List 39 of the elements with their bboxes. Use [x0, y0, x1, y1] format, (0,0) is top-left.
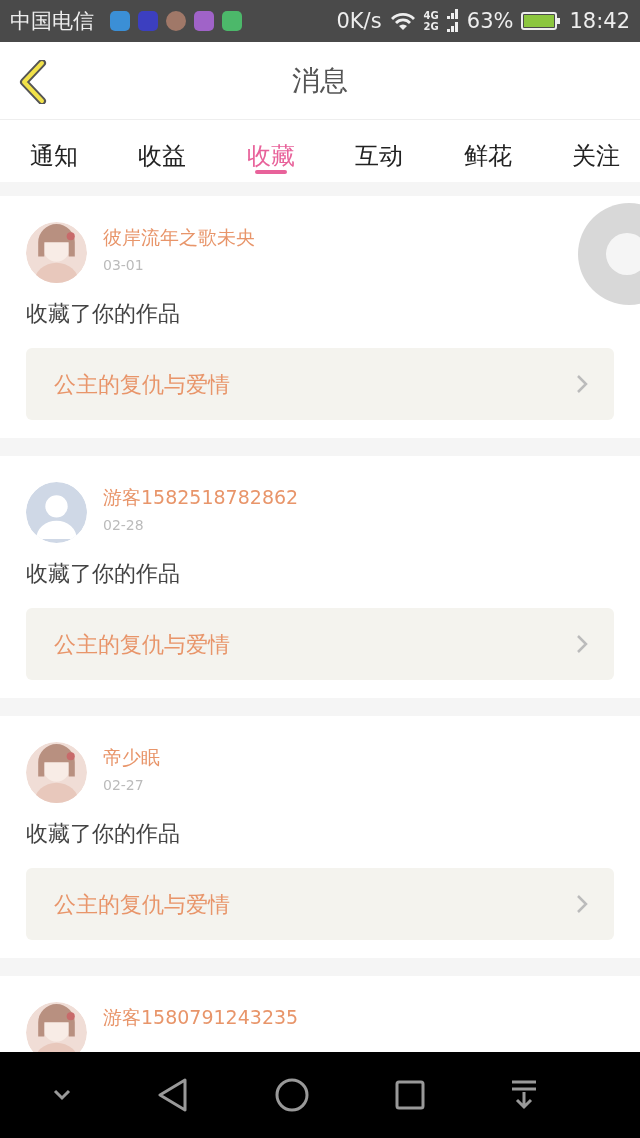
notification-pull-icon[interactable] — [511, 1080, 537, 1110]
tab[interactable]: 收藏 — [240, 120, 301, 182]
chevron-right-icon — [576, 374, 588, 394]
battery-icon — [521, 11, 562, 31]
page-title: 消息 — [292, 62, 348, 99]
work-link[interactable]: 公主的复仇与爱情 — [26, 348, 614, 420]
clock-time: 18:42 — [569, 10, 630, 32]
message-date: 03-01 — [103, 255, 145, 275]
chevron-right-icon — [576, 894, 588, 914]
back-icon[interactable] — [157, 1078, 189, 1112]
message-date: 02-27 — [103, 775, 145, 795]
battery-percent: 63% — [466, 10, 514, 32]
user-name[interactable]: 游客1580791243235 — [103, 1006, 299, 1029]
message-text: 收藏了你的作品 — [26, 300, 181, 328]
wifi-icon — [389, 11, 416, 31]
signal-icon — [446, 9, 459, 33]
message-text: 收藏了你的作品 — [26, 820, 181, 848]
network-speed: 0K/s — [336, 10, 382, 32]
network-type: 4G — [423, 10, 439, 21]
recent-apps-icon[interactable] — [395, 1080, 425, 1110]
tab[interactable]: 通知 — [24, 120, 84, 182]
tab[interactable]: 关注 — [565, 120, 626, 182]
tab[interactable]: 鲜花 — [457, 120, 518, 182]
message-text: 收藏了你的作品 — [26, 560, 181, 588]
user-name[interactable]: 游客1582518782862 — [103, 486, 299, 509]
chevron-right-icon — [576, 634, 588, 654]
user-name[interactable]: 彼岸流年之歌未央 — [103, 226, 255, 249]
chevron-down-icon[interactable] — [53, 1089, 71, 1101]
user-name[interactable]: 帝少眠 — [103, 746, 160, 769]
tab[interactable]: 收益 — [132, 120, 193, 182]
back-icon[interactable] — [18, 60, 48, 104]
carrier-name: 中国电信 — [10, 10, 94, 32]
tab[interactable]: 互动 — [349, 120, 410, 182]
work-link[interactable]: 公主的复仇与爱情 — [26, 868, 614, 940]
message-date: 02-28 — [103, 515, 145, 535]
network-type: 2G — [423, 21, 439, 32]
work-link[interactable]: 公主的复仇与爱情 — [26, 608, 614, 680]
avatar-icon — [26, 482, 87, 543]
home-icon[interactable] — [275, 1078, 309, 1112]
